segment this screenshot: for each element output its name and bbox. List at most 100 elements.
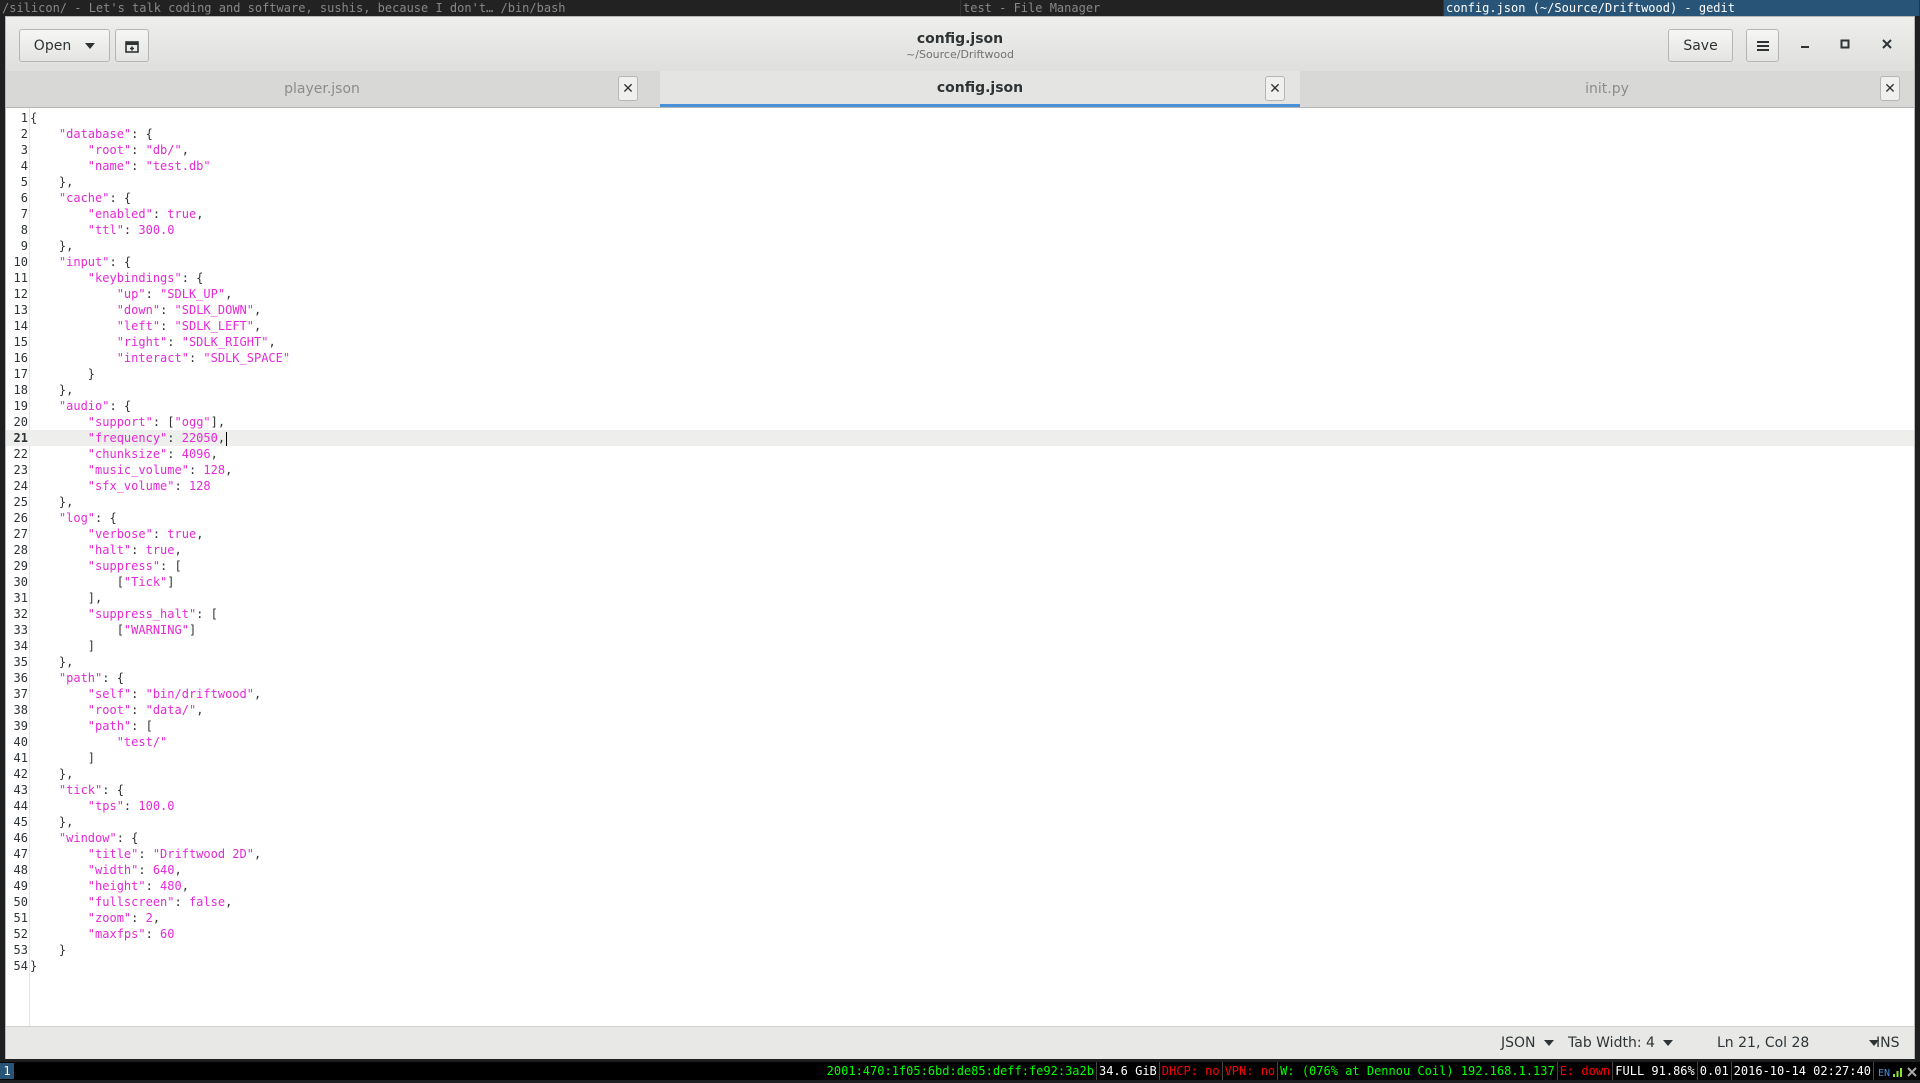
code-line[interactable]: 31 ], (6, 590, 1914, 606)
code-line[interactable]: 24 "sfx_volume": 128 (6, 478, 1914, 494)
tab-close-button[interactable]: ✕ (1880, 76, 1900, 101)
code-line[interactable]: 17 } (6, 366, 1914, 382)
code-text: } (30, 943, 67, 957)
code-line[interactable]: 53 } (6, 942, 1914, 958)
code-text: "support": ["ogg"], (87, 415, 226, 429)
code-line[interactable]: 34 ] (6, 638, 1914, 654)
code-line[interactable]: 46 "window": { (6, 830, 1914, 846)
keyboard-layout-indicator[interactable]: EN (1878, 1065, 1890, 1079)
code-line[interactable]: 3 "root": "db/", (6, 142, 1914, 158)
code-line[interactable]: 25 }, (6, 494, 1914, 510)
code-line[interactable]: 37 "self": "bin/driftwood", (6, 686, 1914, 702)
code-line[interactable]: 39 "path": [ (6, 718, 1914, 734)
code-text: "tps": 100.0 (87, 799, 175, 813)
code-line[interactable]: 28 "halt": true, (6, 542, 1914, 558)
code-line[interactable]: 12 "up": "SDLK_UP", (6, 286, 1914, 302)
minimize-button[interactable] (1792, 31, 1818, 57)
wm-tab-terminal[interactable]: /silicon/ - Let's talk coding and softwa… (0, 0, 961, 16)
code-line[interactable]: 41 ] (6, 750, 1914, 766)
open-button[interactable]: Open (19, 29, 110, 62)
code-line[interactable]: 23 "music_volume": 128, (6, 462, 1914, 478)
line-number: 48 (13, 863, 28, 877)
code-line[interactable]: 40 "test/" (6, 734, 1914, 750)
code-line[interactable]: 19 "audio": { (6, 398, 1914, 414)
code-line[interactable]: 47 "title": "Driftwood 2D", (6, 846, 1914, 862)
cursor-position-selector[interactable]: Ln 21, Col 28 (1717, 1035, 1880, 1051)
code-text: ] (30, 639, 96, 653)
tab-width-selector[interactable]: Tab Width: 4 (1568, 1035, 1673, 1051)
close-icon: ✕ (1884, 80, 1896, 97)
code-line[interactable]: 38 "root": "data/", (6, 702, 1914, 718)
code-text: }, (30, 655, 74, 669)
disconnected-tray-icon[interactable] (1906, 1065, 1918, 1077)
line-number: 28 (13, 543, 28, 557)
code-line[interactable]: 33 ["WARNING"] (6, 622, 1914, 638)
code-line[interactable]: 16 "interact": "SDLK_SPACE" (6, 350, 1914, 366)
code-line[interactable]: 5 }, (6, 174, 1914, 190)
code-line[interactable]: 42 }, (6, 766, 1914, 782)
line-number: 34 (13, 639, 28, 653)
code-line[interactable]: 48 "width": 640, (6, 862, 1914, 878)
code-line[interactable]: 14 "left": "SDLK_LEFT", (6, 318, 1914, 334)
tab-close-button[interactable]: ✕ (618, 76, 638, 101)
workspace-button[interactable]: 1 (0, 1063, 14, 1079)
code-line[interactable]: 8 "ttl": 300.0 (6, 222, 1914, 238)
code-line[interactable]: 1{ (6, 110, 1914, 126)
code-line[interactable]: 50 "fullscreen": false, (6, 894, 1914, 910)
code-line[interactable]: 54} (6, 958, 1914, 974)
code-text: }, (30, 815, 74, 829)
code-line[interactable]: 52 "maxfps": 60 (6, 926, 1914, 942)
code-line[interactable]: 45 }, (6, 814, 1914, 830)
new-document-button[interactable] (115, 29, 149, 62)
code-line[interactable]: 51 "zoom": 2, (6, 910, 1914, 926)
code-line[interactable]: 22 "chunksize": 4096, (6, 446, 1914, 462)
code-line[interactable]: 15 "right": "SDLK_RIGHT", (6, 334, 1914, 350)
maximize-button[interactable] (1832, 31, 1858, 57)
line-number: 40 (13, 735, 28, 749)
code-line[interactable]: 21 "frequency": 22050, (6, 430, 1914, 446)
wifi-status: W: (076% at Dennou Coil) 192.168.1.137 (1278, 1062, 1558, 1080)
code-line[interactable]: 9 }, (6, 238, 1914, 254)
code-text: "enabled": true, (87, 207, 204, 221)
language-selector[interactable]: JSON (1501, 1035, 1554, 1051)
code-text: ["WARNING"] (30, 623, 197, 637)
code-line[interactable]: 4 "name": "test.db" (6, 158, 1914, 174)
tab-init-py[interactable]: init.py (1300, 71, 1914, 107)
code-line[interactable]: 20 "support": ["ogg"], (6, 414, 1914, 430)
close-window-button[interactable] (1874, 31, 1900, 57)
code-lines[interactable]: 1{2 "database": {3 "root": "db/", 4 "name… (6, 110, 1914, 974)
system-tray: EN (1874, 1062, 1920, 1080)
chevron-down-icon (1662, 1040, 1673, 1046)
code-line[interactable]: 32 "suppress_halt": [ (6, 606, 1914, 622)
code-line[interactable]: 30 ["Tick"] (6, 574, 1914, 590)
code-text: "database": { (58, 127, 153, 141)
code-text: "cache": { (58, 191, 132, 205)
code-line[interactable]: 26 "log": { (6, 510, 1914, 526)
code-line[interactable]: 7 "enabled": true, (6, 206, 1914, 222)
wm-tab-file-manager[interactable]: test - File Manager (961, 0, 1444, 16)
code-line[interactable]: 49 "height": 480, (6, 878, 1914, 894)
code-line[interactable]: 6 "cache": { (6, 190, 1914, 206)
code-line[interactable]: 13 "down": "SDLK_DOWN", (6, 302, 1914, 318)
save-button[interactable]: Save (1668, 29, 1733, 62)
code-line[interactable]: 11 "keybindings": { (6, 270, 1914, 286)
code-line[interactable]: 2 "database": { (6, 126, 1914, 142)
code-line[interactable]: 43 "tick": { (6, 782, 1914, 798)
tab-close-button[interactable]: ✕ (1265, 76, 1285, 101)
tab-player-json[interactable]: player.json (6, 71, 638, 107)
line-number: 20 (13, 415, 28, 429)
code-line[interactable]: 27 "verbose": true, (6, 526, 1914, 542)
code-line[interactable]: 10 "input": { (6, 254, 1914, 270)
code-line[interactable]: 35 }, (6, 654, 1914, 670)
code-line[interactable]: 44 "tps": 100.0 (6, 798, 1914, 814)
network-tray-icon[interactable] (1892, 1065, 1904, 1077)
code-line[interactable]: 18 }, (6, 382, 1914, 398)
code-line[interactable]: 29 "suppress": [ (6, 558, 1914, 574)
tab-config-json[interactable]: config.json (660, 71, 1300, 107)
wm-tab-gedit[interactable]: config.json (~/Source/Driftwood) - gedit (1444, 0, 1920, 16)
menu-button[interactable] (1746, 29, 1779, 62)
code-text: ["Tick"] (30, 575, 175, 589)
language-label: JSON (1501, 1035, 1536, 1051)
text-editor[interactable]: 1{2 "database": {3 "root": "db/", 4 "name… (6, 108, 1914, 1026)
code-line[interactable]: 36 "path": { (6, 670, 1914, 686)
